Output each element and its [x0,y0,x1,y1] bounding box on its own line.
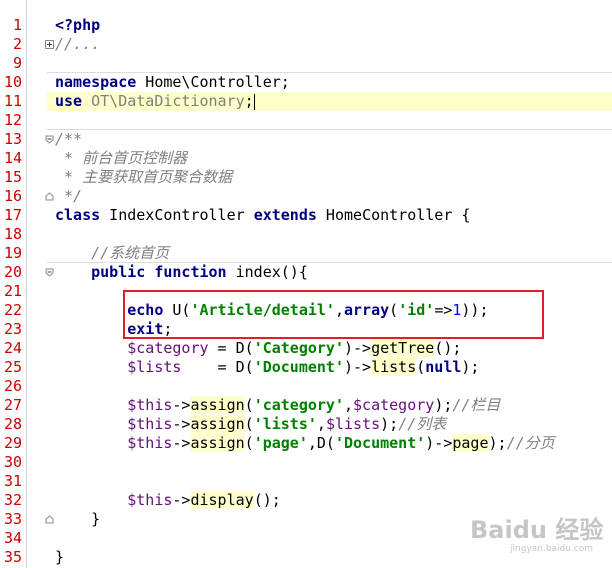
code-line[interactable]: * 主要获取首页聚合数据 [55,168,232,187]
line-number: 1 [12,16,22,34]
code-line[interactable]: $this->assign('category',$category);//栏目 [55,396,500,415]
code-line[interactable]: } [55,548,64,567]
line-number: 9 [12,54,22,72]
code-line[interactable]: class IndexController extends HomeContro… [55,206,470,225]
fold-end-icon[interactable] [45,515,54,524]
line-number: 12 [3,111,22,129]
line-number: 26 [3,377,22,395]
line-number: 34 [3,529,22,547]
line-number: 18 [3,225,22,243]
line-number: 19 [3,244,22,262]
line-number: 35 [3,548,22,566]
line-number: 2 [12,35,22,53]
line-number: 22 [3,301,22,319]
line-number: 30 [3,453,22,471]
line-number: 16 [3,187,22,205]
code-line[interactable]: //系统首页 [55,244,169,263]
line-number: 13 [3,130,22,148]
line-number: 14 [3,149,22,167]
code-line[interactable]: namespace Home\Controller; [55,73,290,92]
line-number: 28 [3,415,22,433]
code-editor[interactable]: 1 <?php 2 //... 9 10 namespace Home\Controller… [0,0,612,568]
line-number: 31 [3,472,22,490]
code-line[interactable]: * 前台首页控制器 [55,149,187,168]
line-number: 20 [3,263,22,281]
line-number: 32 [3,491,22,509]
code-line[interactable]: //... [55,35,100,54]
line-number: 27 [3,396,22,414]
line-number: 23 [3,320,22,338]
fold-collapse-icon[interactable] [45,268,54,277]
highlight-annotation-box [123,290,544,339]
line-number: 21 [3,282,22,300]
code-line[interactable]: $category = D('Category')->getTree(); [55,339,461,358]
line-number: 15 [3,168,22,186]
fold-gutter [27,0,47,568]
line-number: 24 [3,339,22,357]
code-line[interactable]: $this->assign('page',D('Document')->page… [55,434,555,453]
code-line[interactable]: */ [55,187,82,206]
line-number: 10 [3,73,22,91]
method-separator [47,72,612,73]
line-number: 17 [3,206,22,224]
baidu-jingyan-watermark: Baidu 经验 jingyan.baidu.com [470,508,610,566]
method-separator [47,129,612,130]
line-number: 33 [3,510,22,528]
code-line[interactable]: $this->display(); [55,491,281,510]
code-line[interactable]: <?php [55,16,100,35]
fold-end-icon[interactable] [45,192,54,201]
line-number: 29 [3,434,22,452]
line-number: 11 [3,92,22,110]
code-line[interactable]: public function index(){ [55,263,308,282]
method-separator [47,262,612,263]
code-line[interactable]: } [55,510,100,529]
fold-expand-icon[interactable] [45,40,54,49]
code-line[interactable]: $lists = D('Document')->lists(null); [55,358,479,377]
watermark-logo-text: Baidu 经验 [470,516,604,544]
line-number: 25 [3,358,22,376]
fold-collapse-icon[interactable] [45,135,54,144]
watermark-url: jingyan.baidu.com [510,544,594,554]
code-line[interactable]: use OT\DataDictionary; [55,92,255,111]
code-line[interactable]: /** [55,130,82,149]
code-line[interactable]: $this->assign('lists',$lists);//列表 [55,415,446,434]
